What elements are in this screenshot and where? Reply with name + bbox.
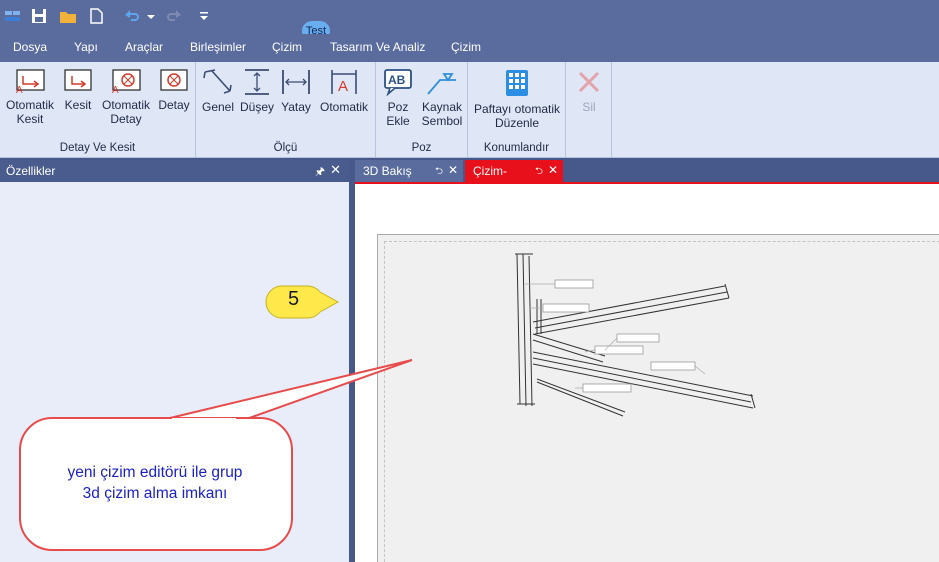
callout-text-line1: yeni çizim editörü ile grup [67,464,243,481]
step-number: 5 [288,288,300,310]
step-badge [265,285,340,319]
callout-text: yeni çizim editörü ile grup 3d çizim alm… [30,462,280,504]
callout-text-line2: 3d çizim alma imkanı [82,485,228,502]
callout-pointer [169,359,413,423]
